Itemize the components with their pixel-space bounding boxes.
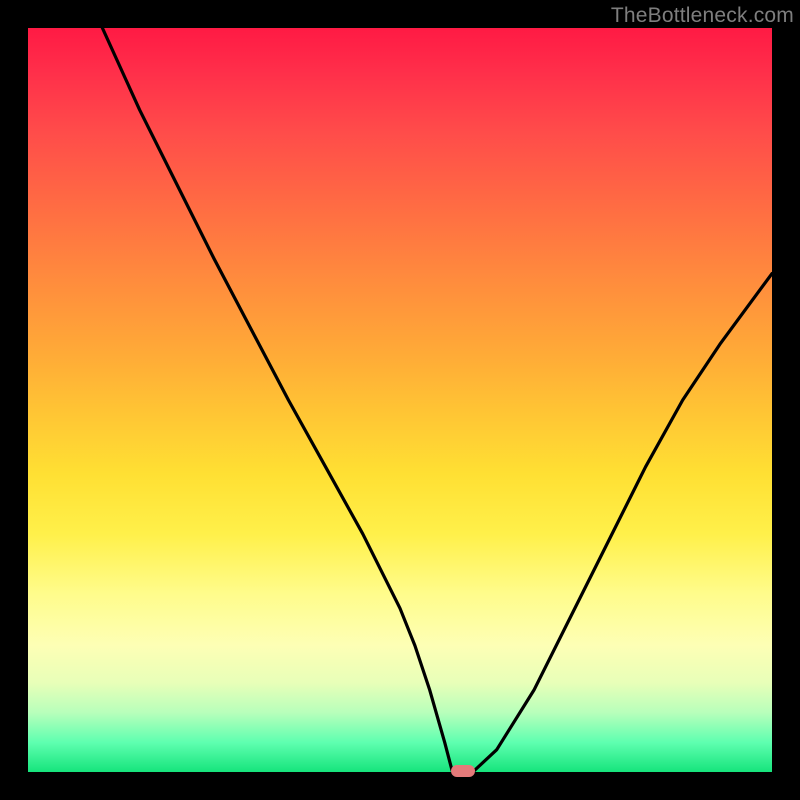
plot-area <box>28 28 772 772</box>
minimum-marker <box>451 765 475 777</box>
chart-frame: TheBottleneck.com <box>0 0 800 800</box>
watermark-text: TheBottleneck.com <box>611 4 794 28</box>
bottleneck-curve <box>28 28 772 772</box>
